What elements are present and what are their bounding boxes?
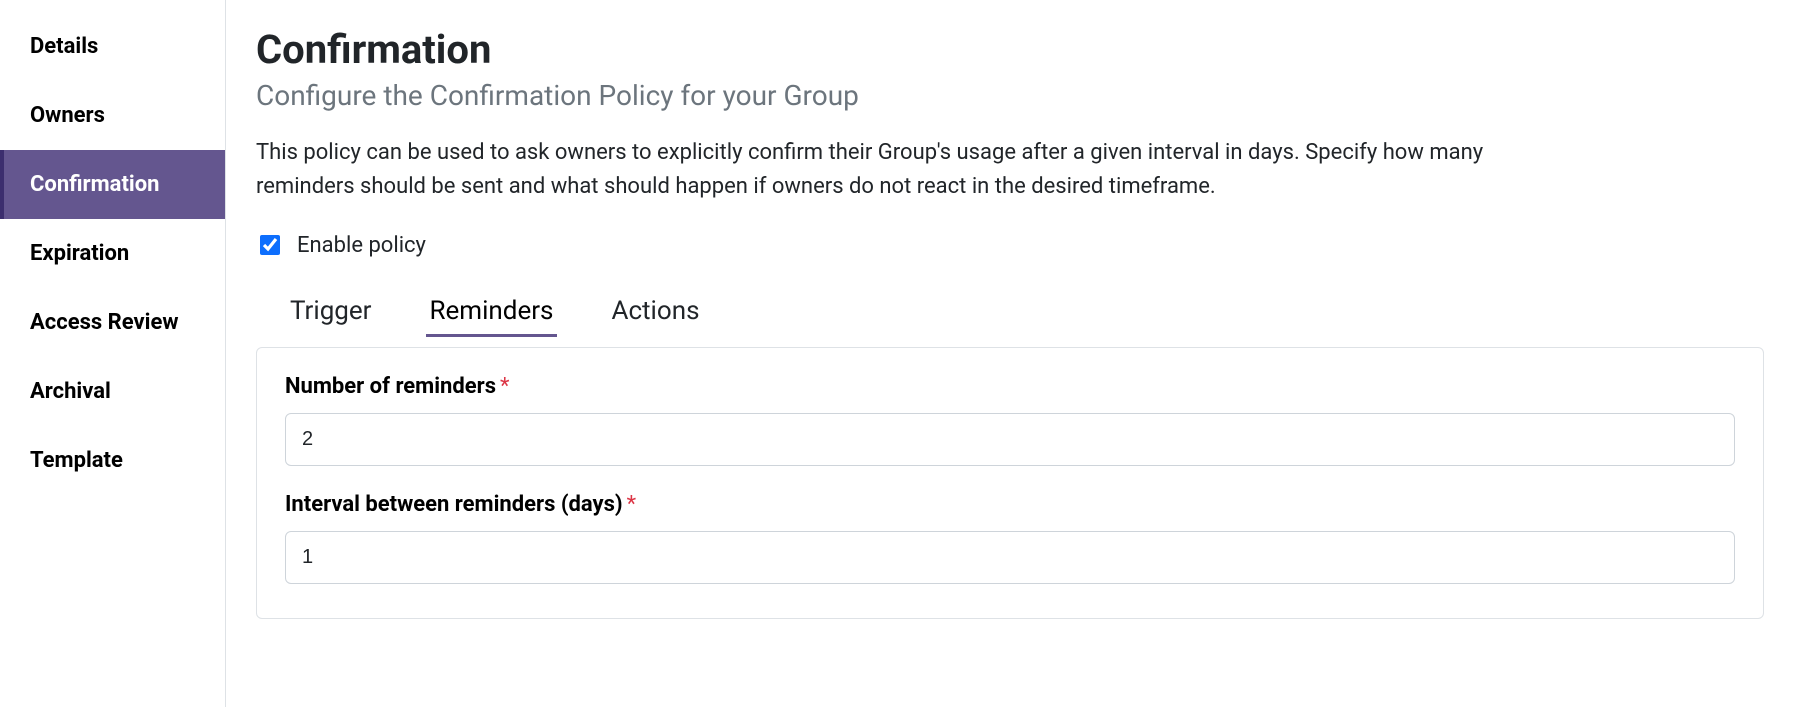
num-reminders-input[interactable] — [285, 413, 1735, 466]
page-title: Confirmation — [256, 26, 1764, 73]
page-subtitle: Configure the Confirmation Policy for yo… — [256, 79, 1764, 112]
main-content: Confirmation Configure the Confirmation … — [226, 0, 1794, 707]
reminders-panel: Number of reminders* Interval between re… — [256, 347, 1764, 619]
enable-policy-label: Enable policy — [297, 233, 426, 258]
tab-reminders[interactable]: Reminders — [426, 286, 558, 337]
sidebar-item-expiration[interactable]: Expiration — [0, 219, 225, 288]
interval-input[interactable] — [285, 531, 1735, 584]
page-description: This policy can be used to ask owners to… — [256, 136, 1576, 204]
tab-trigger[interactable]: Trigger — [286, 286, 376, 337]
required-mark: * — [627, 492, 636, 517]
interval-label: Interval between reminders (days)* — [285, 492, 1735, 517]
sidebar-item-details[interactable]: Details — [0, 12, 225, 81]
required-mark: * — [500, 374, 509, 399]
enable-policy-row: Enable policy — [256, 232, 1764, 258]
sidebar-item-access-review[interactable]: Access Review — [0, 288, 225, 357]
sidebar-item-confirmation[interactable]: Confirmation — [0, 150, 225, 219]
sidebar-item-archival[interactable]: Archival — [0, 357, 225, 426]
enable-policy-checkbox[interactable] — [260, 235, 280, 255]
sidebar-item-template[interactable]: Template — [0, 426, 225, 495]
sidebar-item-owners[interactable]: Owners — [0, 81, 225, 150]
policy-tabs: Trigger Reminders Actions — [256, 286, 1764, 337]
tab-actions[interactable]: Actions — [607, 286, 703, 337]
num-reminders-label: Number of reminders* — [285, 374, 1735, 399]
sidebar: Details Owners Confirmation Expiration A… — [0, 0, 226, 707]
